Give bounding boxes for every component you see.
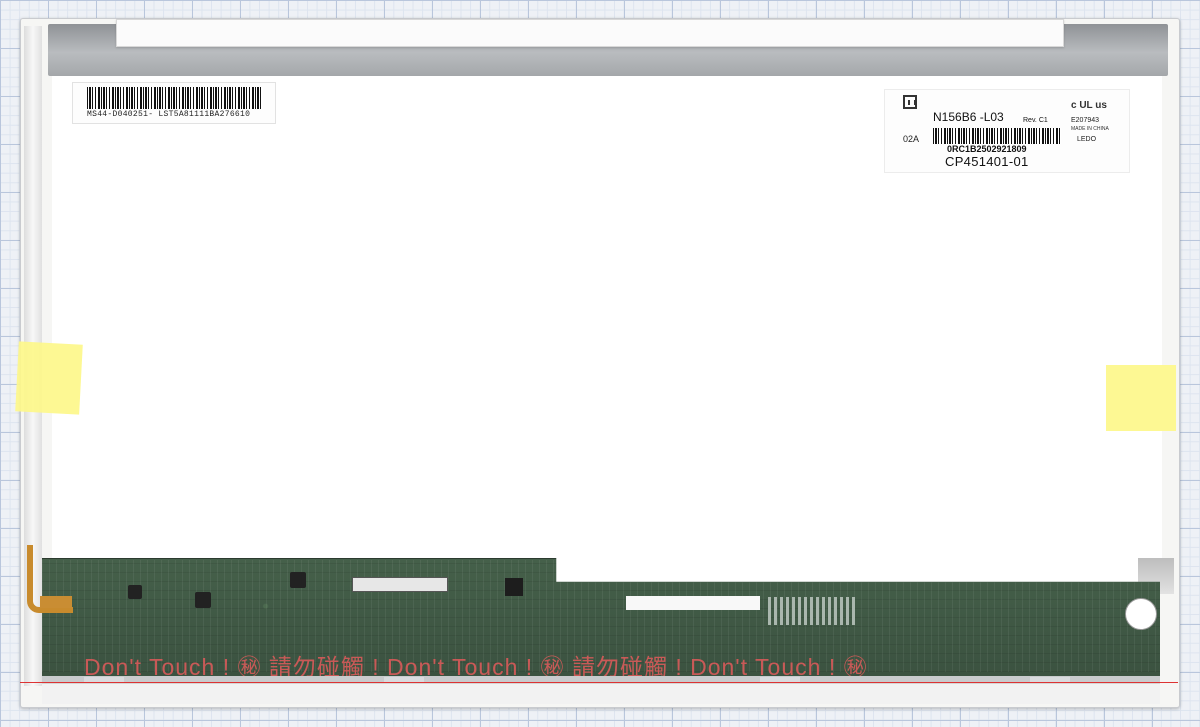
- mounting-hole: [1125, 598, 1157, 630]
- batch-code: 02A: [903, 134, 920, 144]
- model-number: N156B6 -L03: [933, 110, 1004, 124]
- serial-number: 0RC1B2502921809: [947, 144, 1027, 154]
- bottom-protective-film: [42, 683, 1160, 704]
- pcb-chip: [290, 572, 306, 588]
- barcode-label-left: MS44-D040251- LST5A81111BA276610: [72, 82, 276, 124]
- manufacturer-logo-icon: [903, 95, 917, 109]
- model-label: N156B6 -L03 Rev. C1 c UL us E207943 MADE…: [884, 89, 1130, 173]
- pcb-chip: [128, 585, 142, 599]
- protective-film-strip: [116, 19, 1064, 47]
- flex-cable-end: [40, 596, 72, 608]
- ul-file-number: E207943: [1071, 117, 1100, 124]
- barcode-icon: [87, 87, 263, 109]
- yellow-tape-left: [15, 341, 83, 415]
- pcb-sticker: [626, 596, 760, 610]
- serial-barcode-icon: [933, 128, 1061, 144]
- country-code: LEDO: [1077, 136, 1097, 143]
- barcode-label-text: MS44-D040251- LST5A81111BA276610: [87, 110, 251, 119]
- smd-components: [768, 597, 858, 625]
- pcb-chip: [195, 592, 211, 608]
- lvds-connector: [352, 577, 448, 592]
- ul-certification-mark: c UL us: [1071, 100, 1107, 111]
- pcb-chip: [505, 578, 523, 596]
- origin-text: MADE IN CHINA: [1071, 126, 1109, 132]
- part-number: CP451401-01: [945, 154, 1029, 169]
- yellow-tape-right: [1106, 365, 1176, 431]
- revision-text: Rev. C1: [1023, 117, 1048, 124]
